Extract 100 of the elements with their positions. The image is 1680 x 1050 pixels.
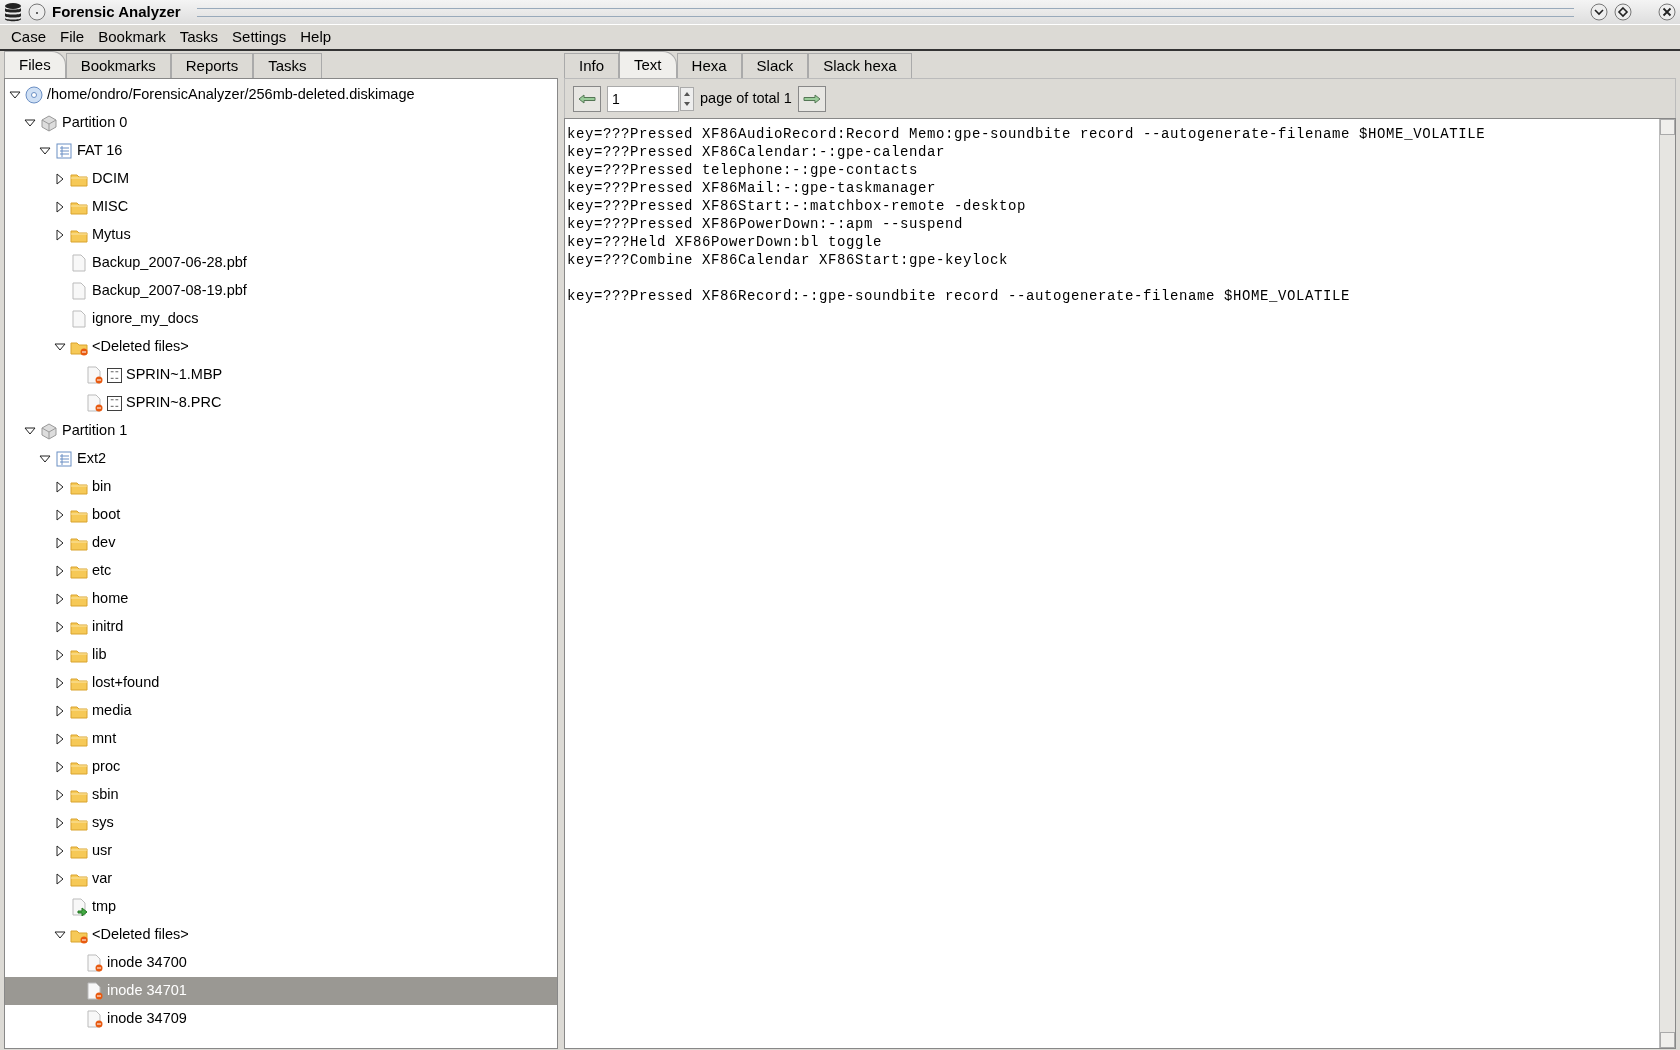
tree-label: SPRIN~8.PRC (126, 393, 222, 413)
expand-arrow-icon[interactable] (54, 817, 66, 829)
tree-item[interactable]: SPRIN~8.PRC (5, 389, 557, 417)
tree-item[interactable]: media (5, 697, 557, 725)
expand-arrow-icon[interactable] (54, 677, 66, 689)
tree-label: Ext2 (77, 449, 106, 469)
tree-item[interactable]: inode 34700 (5, 949, 557, 977)
tree-item[interactable]: proc (5, 753, 557, 781)
tree-label: initrd (92, 617, 124, 637)
collapse-arrow-icon[interactable] (24, 117, 36, 129)
tree-item[interactable]: /home/ondro/ForensicAnalyzer/256mb-deleted.diskimage (5, 81, 557, 109)
collapse-arrow-icon[interactable] (54, 929, 66, 941)
tab[interactable]: Hexa (676, 53, 742, 78)
tree-item[interactable]: mnt (5, 725, 557, 753)
expand-arrow-icon[interactable] (54, 537, 66, 549)
collapse-arrow-icon[interactable] (24, 425, 36, 437)
tab[interactable]: Bookmarks (65, 53, 171, 78)
tab[interactable]: Slack (741, 53, 809, 78)
tree-item[interactable]: <Deleted files> (5, 333, 557, 361)
expand-arrow-icon[interactable] (54, 733, 66, 745)
expand-arrow-icon[interactable] (54, 593, 66, 605)
tree-item[interactable]: sys (5, 809, 557, 837)
expand-arrow-icon[interactable] (54, 201, 66, 213)
tree-item[interactable]: inode 34709 (5, 1005, 557, 1033)
tree-label: boot (92, 505, 121, 525)
tree-item[interactable]: ignore_my_docs (5, 305, 557, 333)
previous-page-button[interactable] (573, 85, 601, 112)
expand-arrow-icon[interactable] (54, 649, 66, 661)
tree-item[interactable]: Backup_2007-08-19.pbf (5, 277, 557, 305)
tree-item[interactable]: initrd (5, 613, 557, 641)
collapse-arrow-icon[interactable] (54, 341, 66, 353)
tree-item[interactable]: SPRIN~1.MBP (5, 361, 557, 389)
tree-item[interactable]: usr (5, 837, 557, 865)
tree-item[interactable]: tmp (5, 893, 557, 921)
expand-arrow-icon[interactable] (54, 173, 66, 185)
tab[interactable]: Tasks (253, 53, 322, 78)
tree-label: MISC (92, 197, 129, 217)
tab[interactable]: Info (564, 53, 620, 78)
expand-arrow-icon[interactable] (54, 873, 66, 885)
tree-label: /home/ondro/ForensicAnalyzer/256mb-deleted.diskimage (47, 85, 415, 105)
menu-item[interactable]: Tasks (172, 23, 226, 51)
tree-label: DCIM (92, 169, 130, 189)
window-title: Forensic Analyzer (52, 1, 181, 22)
right-arrow-icon (802, 93, 821, 104)
expand-arrow-icon[interactable] (54, 789, 66, 801)
table-icon (55, 450, 73, 468)
maximize-icon[interactable] (1614, 3, 1632, 21)
tree-item[interactable]: home (5, 585, 557, 613)
expand-arrow-icon[interactable] (54, 845, 66, 857)
tree-label: var (92, 869, 113, 889)
page-number-field[interactable]: 1 (607, 85, 679, 112)
tree-item[interactable]: Backup_2007-06-28.pbf (5, 249, 557, 277)
minimize-icon[interactable] (1590, 3, 1608, 21)
collapse-arrow-icon[interactable] (9, 89, 21, 101)
expand-arrow-icon[interactable] (54, 229, 66, 241)
expand-arrow-icon[interactable] (54, 565, 66, 577)
grid-icon (107, 395, 122, 411)
disc-icon (25, 86, 43, 104)
tree-item[interactable]: Partition 1 (5, 417, 557, 445)
tree-item[interactable]: Partition 0 (5, 109, 557, 137)
tab[interactable]: Text (619, 51, 677, 78)
expand-arrow-icon[interactable] (54, 509, 66, 521)
tree-item[interactable]: sbin (5, 781, 557, 809)
tree-item[interactable]: boot (5, 501, 557, 529)
menu-item[interactable]: File (53, 23, 92, 51)
tree-item[interactable]: Ext2 (5, 445, 557, 473)
tree-item[interactable]: bin (5, 473, 557, 501)
window-menu-icon[interactable] (28, 3, 46, 21)
menu-item[interactable]: Help (293, 23, 339, 51)
expand-arrow-icon[interactable] (54, 705, 66, 717)
tab[interactable]: Files (4, 51, 66, 78)
menu-item[interactable]: Settings (225, 23, 294, 51)
tree-item[interactable]: Mytus (5, 221, 557, 249)
tree-label: <Deleted files> (92, 337, 189, 357)
tree-item[interactable]: lib (5, 641, 557, 669)
tree-item[interactable]: lost+found (5, 669, 557, 697)
tree-label: Backup_2007-08-19.pbf (92, 281, 247, 301)
expand-arrow-icon[interactable] (54, 481, 66, 493)
tree-item[interactable]: var (5, 865, 557, 893)
collapse-arrow-icon[interactable] (39, 453, 51, 465)
next-page-button[interactable] (797, 85, 826, 112)
tree-item[interactable]: DCIM (5, 165, 557, 193)
tree-item[interactable]: MISC (5, 193, 557, 221)
tree-label: etc (92, 561, 112, 581)
tree-label: lost+found (92, 673, 160, 693)
deleted-file-icon (85, 394, 103, 412)
expand-arrow-icon[interactable] (54, 621, 66, 633)
tree-item[interactable]: FAT 16 (5, 137, 557, 165)
expand-arrow-icon[interactable] (54, 761, 66, 773)
menu-item[interactable]: Case (4, 23, 54, 51)
tree-item[interactable]: dev (5, 529, 557, 557)
close-icon[interactable] (1658, 3, 1676, 21)
database-icon (4, 2, 22, 22)
tab[interactable]: Reports (170, 53, 254, 78)
tree-item[interactable]: etc (5, 557, 557, 585)
collapse-arrow-icon[interactable] (39, 145, 51, 157)
tab[interactable]: Slack hexa (808, 53, 912, 78)
vertical-scrollbar[interactable] (1659, 119, 1675, 1048)
menu-item[interactable]: Bookmark (91, 23, 173, 51)
tree-item[interactable]: <Deleted files> (5, 921, 557, 949)
